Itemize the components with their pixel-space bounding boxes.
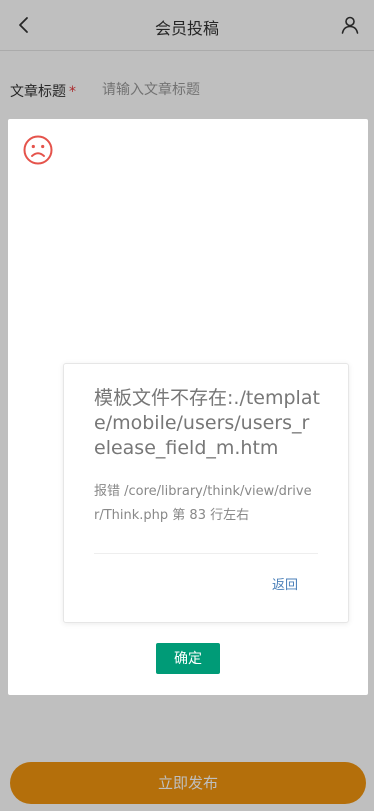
confirm-button[interactable]: 确定	[156, 643, 220, 674]
error-message-card: 模板文件不存在:./template/mobile/users/users_re…	[63, 363, 349, 623]
return-link[interactable]: 返回	[272, 574, 298, 593]
error-dialog: 模板文件不存在:./template/mobile/users/users_re…	[8, 119, 368, 695]
divider	[94, 553, 318, 554]
sad-face-icon	[22, 134, 54, 166]
error-title: 模板文件不存在:./template/mobile/users/users_re…	[94, 387, 320, 459]
error-detail: 报错 /core/library/think/view/driver/Think…	[94, 484, 312, 523]
